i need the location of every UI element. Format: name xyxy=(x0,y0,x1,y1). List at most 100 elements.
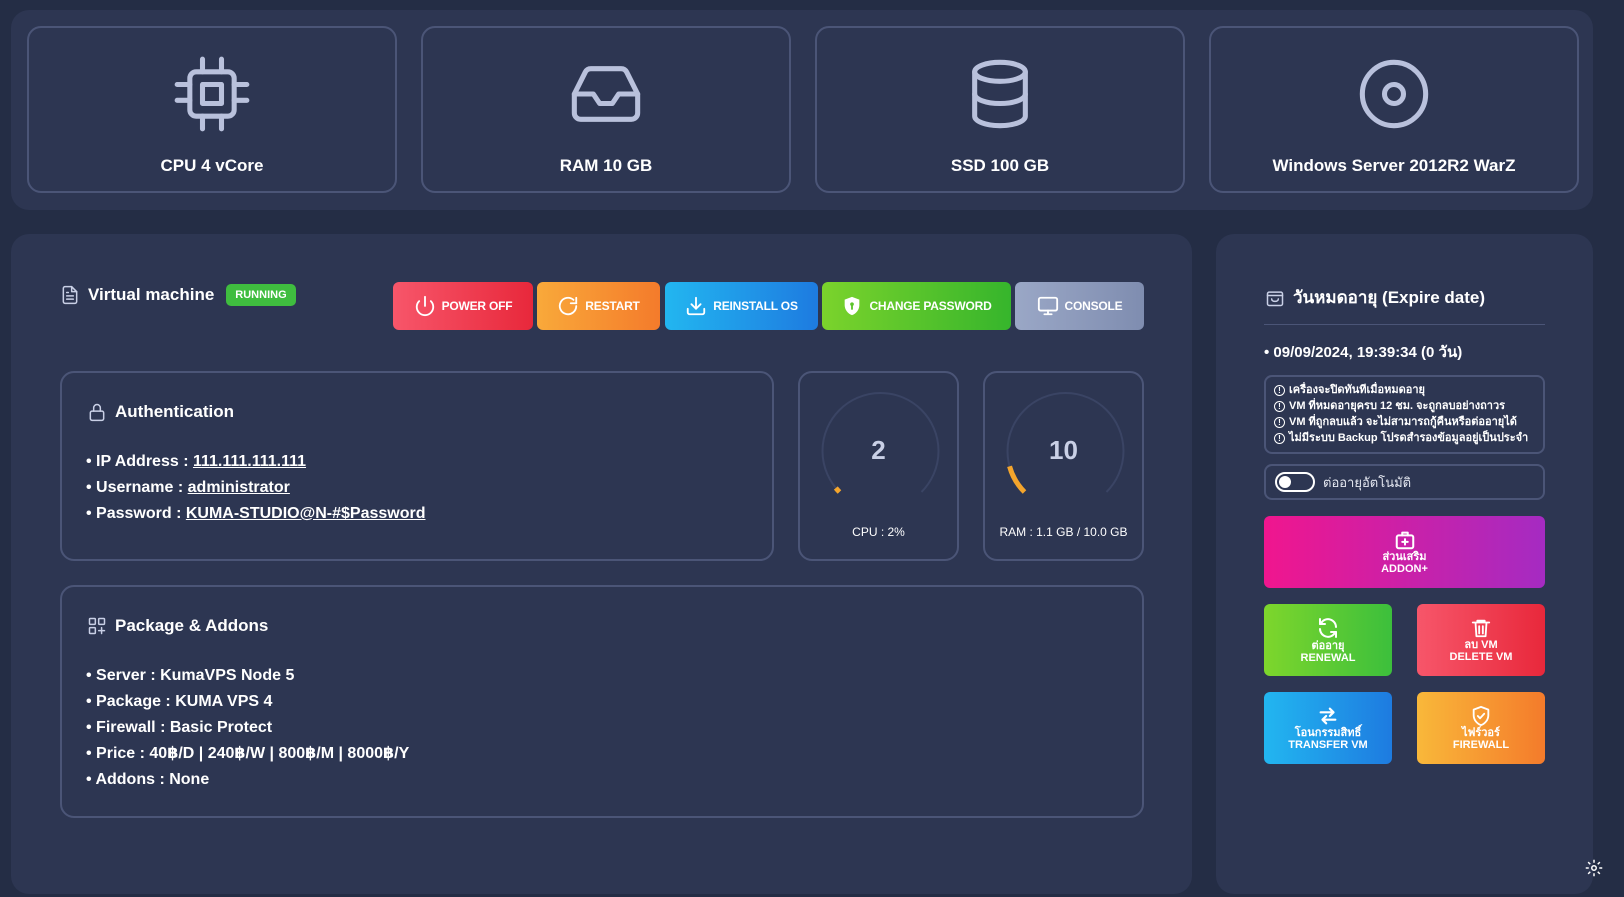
password-label: • Password : xyxy=(86,505,186,522)
transfer-label-en: TRANSFER VM xyxy=(1288,739,1368,751)
addon-label-th: ส่วนเสริม xyxy=(1382,551,1427,563)
disc-icon xyxy=(1359,59,1429,129)
info-icon: ! xyxy=(1274,384,1285,396)
ip-label: • IP Address : xyxy=(86,453,193,470)
expire-divider xyxy=(1264,324,1545,325)
renewal-label-th: ต่ออายุ xyxy=(1311,640,1345,652)
auto-renew-label: ต่ออายุอัตโนมัติ xyxy=(1323,474,1412,490)
renewal-button[interactable]: ต่ออายุ RENEWAL xyxy=(1264,604,1392,676)
spec-label-ssd: SSD 100 GB xyxy=(950,156,1050,175)
firewall-label-th: ไฟร์วอร์ xyxy=(1462,727,1500,739)
price-row: • Price : 40฿/D | 240฿/W | 800฿/M | 8000… xyxy=(86,745,410,762)
status-badge: RUNNING xyxy=(226,284,296,306)
notice-line: ! VM ที่ถูกลบแล้ว จะไม่สามารถกู้คืนหรือต่… xyxy=(1274,414,1535,430)
transfer-label-th: โอนกรรมสิทธิ์ xyxy=(1294,727,1362,739)
server-row: • Server : KumaVPS Node 5 xyxy=(86,667,295,684)
expire-title: วันหมดอายุ (Expire date) xyxy=(1265,284,1485,311)
vm-title: Virtual machine RUNNING xyxy=(60,284,296,306)
notice-text: VM ที่ถูกลบแล้ว จะไม่สามารถกู้คืนหรือต่อ… xyxy=(1289,416,1517,428)
info-icon: ! xyxy=(1274,432,1285,444)
username-value[interactable]: administrator xyxy=(188,479,290,496)
auth-details: • IP Address : 111.111.111.111 • Usernam… xyxy=(86,449,426,527)
renewal-label-en: RENEWAL xyxy=(1300,652,1356,664)
power-icon xyxy=(415,295,434,317)
password-value[interactable]: KUMA-STUDIO@N-#$Password xyxy=(186,505,426,522)
expire-notice-box: ! เครื่องจะปิดทันทีเมื่อหมดอายุ ! VM ที่หม… xyxy=(1264,375,1545,454)
package-title-text: Package & Addons xyxy=(115,616,269,635)
package-row: • Package : KUMA VPS 4 xyxy=(86,693,273,710)
spec-card-ssd: SSD 100 GB xyxy=(815,26,1185,193)
spec-label-cpu: CPU 4 vCore xyxy=(160,156,264,175)
delete-label-en: DELETE VM xyxy=(1449,651,1513,663)
auth-card: Authentication • IP Address : 111.111.11… xyxy=(60,371,774,561)
notice-line: ! เครื่องจะปิดทันทีเมื่อหมดอายุ xyxy=(1274,382,1535,398)
download-icon xyxy=(687,296,706,316)
ram-gauge-fill xyxy=(1007,465,1027,494)
lock-icon xyxy=(89,403,105,422)
ram-gauge-value: 10 xyxy=(1049,435,1078,465)
addons-row: • Addons : None xyxy=(86,771,210,788)
notice-text: เครื่องจะปิดทันทีเมื่อหมดอายุ xyxy=(1289,384,1425,396)
expire-date: • 09/09/2024, 19:39:34 (0 วัน) xyxy=(1264,344,1463,361)
toggle-knob xyxy=(1279,476,1291,488)
transfer-icon xyxy=(1319,707,1337,725)
shield-icon xyxy=(845,296,860,316)
delete-vm-button[interactable]: ลบ VM DELETE VM xyxy=(1417,604,1545,676)
notice-line: ! VM ที่หมดอายุครบ 12 ชม. จะถูกลบอย่างถาว… xyxy=(1274,398,1535,414)
change-password-button[interactable]: CHANGE PASSWORD xyxy=(822,282,1011,330)
addon-button[interactable]: ส่วนเสริม ADDON+ xyxy=(1264,516,1545,588)
delete-label-th: ลบ VM xyxy=(1464,639,1498,651)
ip-value[interactable]: 111.111.111.111 xyxy=(193,453,306,470)
package-details: • Server : KumaVPS Node 5 • Package : KU… xyxy=(86,663,409,793)
auth-title: Authentication xyxy=(87,401,234,423)
firewall-row: • Firewall : Basic Protect xyxy=(86,719,273,736)
restart-label: RESTART xyxy=(585,299,640,313)
firewall-label-en: FIREWALL xyxy=(1452,739,1510,751)
power-off-button[interactable]: POWER OFF xyxy=(393,282,533,330)
notice-line: ! ไม่มีระบบ Backup โปรดสำรองข้อมูลอยู่เป็… xyxy=(1274,430,1535,446)
spec-card-cpu: CPU 4 vCore xyxy=(27,26,397,193)
cpu-gauge-fill xyxy=(833,486,842,494)
info-icon: ! xyxy=(1274,416,1285,428)
power-off-label: POWER OFF xyxy=(441,299,513,313)
console-button[interactable]: CONSOLE xyxy=(1015,282,1144,330)
auto-renew-row[interactable]: ต่ออายุอัตโนมัติ xyxy=(1264,464,1545,500)
cpu-gauge-caption: CPU : 2% xyxy=(852,525,905,539)
auto-renew-toggle[interactable] xyxy=(1275,472,1315,492)
shield-check-icon xyxy=(1472,705,1490,727)
notice-text: VM ที่หมดอายุครบ 12 ชม. จะถูกลบอย่างถาวร xyxy=(1289,400,1506,412)
notice-text: ไม่มีระบบ Backup โปรดสำรองข้อมูลอยู่เป็น… xyxy=(1289,432,1529,444)
package-card: Package & Addons • Server : KumaVPS Node… xyxy=(60,585,1144,818)
cpu-gauge-value: 2 xyxy=(871,435,886,465)
change-password-label: CHANGE PASSWORD xyxy=(869,299,992,313)
ip-row: • IP Address : 111.111.111.111 xyxy=(86,449,426,475)
trash-icon xyxy=(1471,619,1491,638)
reinstall-os-button[interactable]: REINSTALL OS xyxy=(665,282,818,330)
info-icon: ! xyxy=(1274,400,1285,412)
document-icon xyxy=(62,285,78,305)
password-row: • Password : KUMA-STUDIO@N-#$Password xyxy=(86,501,426,527)
grid-plus-icon xyxy=(88,617,106,635)
auth-title-text: Authentication xyxy=(115,402,234,421)
console-label: CONSOLE xyxy=(1064,299,1123,313)
cpu-gauge-card: 2 CPU : 2% xyxy=(798,371,959,561)
restart-icon xyxy=(559,296,578,316)
transfer-vm-button[interactable]: โอนกรรมสิทธิ์ TRANSFER VM xyxy=(1264,692,1392,764)
username-row: • Username : administrator xyxy=(86,475,426,501)
monitor-icon xyxy=(1037,296,1058,316)
ram-gauge-caption: RAM : 1.1 GB / 10.0 GB xyxy=(999,525,1128,539)
vm-title-text: Virtual machine xyxy=(88,285,215,304)
spec-card-os: Windows Server 2012R2 WarZ xyxy=(1209,26,1579,193)
username-label: • Username : xyxy=(86,479,188,496)
refresh-icon xyxy=(1319,618,1337,638)
restart-button[interactable]: RESTART xyxy=(537,282,660,330)
inbox-icon xyxy=(571,66,641,122)
package-title: Package & Addons xyxy=(87,615,268,637)
ram-gauge-card: 10 RAM : 1.1 GB / 10.0 GB xyxy=(983,371,1144,561)
settings-gear-icon[interactable] xyxy=(1585,859,1603,877)
addon-label-en: ADDON+ xyxy=(1381,563,1428,575)
spec-card-ram: RAM 10 GB xyxy=(421,26,791,193)
spec-label-os: Windows Server 2012R2 WarZ xyxy=(1272,156,1516,175)
reinstall-label: REINSTALL OS xyxy=(713,299,798,313)
firewall-button[interactable]: ไฟร์วอร์ FIREWALL xyxy=(1417,692,1545,764)
